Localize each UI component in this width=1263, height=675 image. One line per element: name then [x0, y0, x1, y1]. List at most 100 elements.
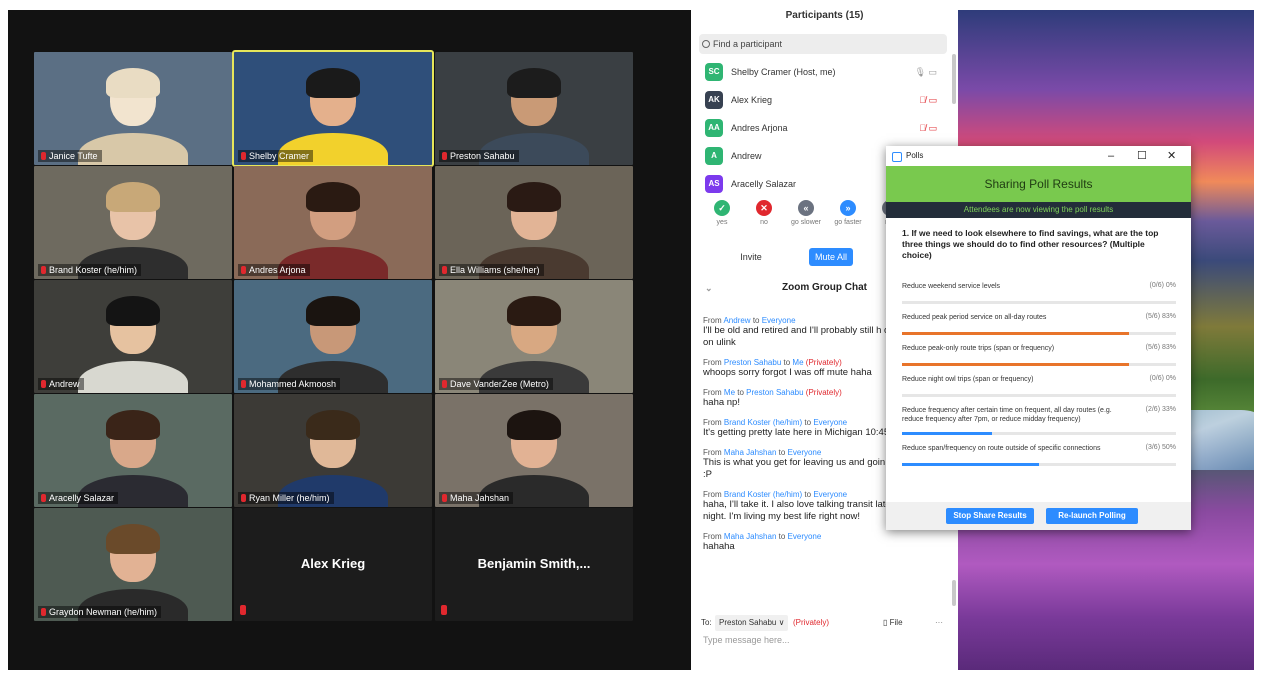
reaction-go-faster-button[interactable]: » go faster: [825, 200, 871, 226]
minimize-button[interactable]: –: [1108, 146, 1114, 166]
chat-sender[interactable]: Maha Jahshan: [724, 448, 776, 457]
chat-sender[interactable]: Me: [724, 388, 735, 397]
chevron-down-icon[interactable]: ⌄: [705, 283, 713, 294]
chat-sender[interactable]: Andrew: [723, 316, 750, 325]
video-tile[interactable]: Andrew: [34, 280, 232, 393]
chat-sender[interactable]: Brand Koster (he/him): [724, 490, 802, 499]
stop-share-results-button[interactable]: Stop Share Results: [946, 508, 1034, 524]
chat-prefix: From: [703, 490, 722, 499]
polls-app-icon: [892, 152, 902, 162]
video-tile-off[interactable]: Benjamin Smith,...: [435, 508, 633, 621]
mic-muted-icon: [41, 266, 46, 274]
chat-sender[interactable]: Brand Koster (he/him): [724, 418, 802, 427]
mic-muted-icon: [442, 266, 447, 274]
mic-muted-icon[interactable]: 🎙̸ ▭: [919, 86, 937, 114]
poll-option-result: (5/6) 83%: [1145, 313, 1176, 320]
reaction-icon: ✕: [756, 200, 772, 216]
mic-muted-icon: [442, 380, 447, 388]
recipient-dropdown[interactable]: Preston Sahabu ∨: [715, 615, 789, 631]
participant-hair: [507, 409, 561, 440]
video-tile[interactable]: Andres Arjona: [234, 166, 432, 279]
reaction-go-slower-button[interactable]: « go slower: [783, 200, 829, 226]
chat-recipient-row: To: Preston Sahabu ∨ (Privately) ▯ File …: [701, 615, 949, 631]
poll-options: Reduce weekend service levels (0/6) 0% Red…: [902, 280, 1176, 473]
poll-option: Reduce night owl trips (span or frequenc…: [902, 373, 1176, 404]
more-button[interactable]: ···: [935, 615, 943, 631]
video-tile[interactable]: Ella Williams (she/her): [435, 166, 633, 279]
participant-name: Aracelly Salazar: [731, 179, 797, 189]
participant-name: Shelby Cramer (Host, me): [731, 67, 836, 77]
poll-result-bar: [902, 432, 1176, 435]
avatar: AA: [705, 119, 723, 137]
mic-icon[interactable]: 🎙 ▭: [915, 58, 937, 86]
mic-muted-icon: [442, 494, 447, 502]
participant-name-label: Graydon Newman (he/him): [38, 606, 162, 618]
chat-mid: to: [752, 316, 760, 325]
video-tile[interactable]: Janice Tufte: [34, 52, 232, 165]
chat-input[interactable]: Type message here...: [703, 635, 790, 645]
poll-result-bar: [902, 394, 1176, 397]
video-tile[interactable]: Preston Sahabu: [435, 52, 633, 165]
mute-all-button[interactable]: Mute All: [809, 248, 853, 266]
poll-option-result: (3/6) 50%: [1145, 444, 1176, 451]
chat-sender[interactable]: Preston Sahabu: [724, 358, 781, 367]
reaction-no-button[interactable]: ✕ no: [741, 200, 787, 226]
video-tile-off[interactable]: Alex Krieg: [234, 508, 432, 621]
video-tile[interactable]: Ryan Miller (he/him): [234, 394, 432, 507]
participant-row[interactable]: AK Alex Krieg 🎙̸ ▭: [699, 86, 945, 114]
participant-name-text: Maha Jahshan: [450, 493, 510, 503]
participant-hair: [106, 181, 160, 212]
chat-recipient[interactable]: Everyone: [762, 316, 796, 325]
file-icon: ▯: [883, 618, 890, 627]
video-tile[interactable]: Aracelly Salazar: [34, 394, 232, 507]
participant-name-text: Ryan Miller (he/him): [249, 493, 330, 503]
participant-name-large: Alex Krieg: [300, 556, 366, 571]
participant-hair: [306, 409, 360, 440]
participant-name: Andrew: [731, 151, 762, 161]
chat-recipient[interactable]: Everyone: [813, 418, 847, 427]
chat-recipient[interactable]: Everyone: [788, 448, 822, 457]
chat-recipient[interactable]: Everyone: [813, 490, 847, 499]
file-button[interactable]: ▯ File: [883, 615, 903, 631]
chat-prefix: From: [703, 358, 722, 367]
video-tile[interactable]: Brand Koster (he/him): [34, 166, 232, 279]
mic-muted-icon: [241, 266, 246, 274]
poll-result-fill: [902, 432, 993, 435]
maximize-button[interactable]: ☐: [1137, 146, 1147, 166]
chat-scrollbar[interactable]: [952, 580, 956, 606]
participant-name-text: Ella Williams (she/her): [450, 265, 540, 275]
chat-prefix: From: [703, 418, 722, 427]
participant-row[interactable]: AA Andres Arjona 🎙̸ ▭: [699, 114, 945, 142]
poll-result-fill: [902, 332, 1130, 335]
to-label: To:: [701, 618, 712, 627]
search-input[interactable]: Find a participant: [699, 34, 947, 54]
poll-option-label: Reduce peak-only route trips (span or fr…: [902, 345, 1055, 352]
chat-recipient[interactable]: Me: [792, 358, 803, 367]
participants-scrollbar[interactable]: [952, 54, 956, 104]
participant-row[interactable]: SC Shelby Cramer (Host, me) 🎙 ▭: [699, 58, 945, 86]
chat-recipient[interactable]: Preston Sahabu: [746, 388, 803, 397]
participant-name-text: Shelby Cramer: [249, 151, 310, 161]
video-tile[interactable]: Mohammed Akmoosh: [234, 280, 432, 393]
participant-name-text: Brand Koster (he/him): [49, 265, 138, 275]
participant-name-label: Aracelly Salazar: [38, 492, 119, 504]
privately-label: (Privately): [793, 618, 830, 627]
close-button[interactable]: ✕: [1167, 146, 1176, 166]
relaunch-polling-button[interactable]: Re-launch Polling: [1046, 508, 1138, 524]
video-tile[interactable]: Graydon Newman (he/him): [34, 508, 232, 621]
video-tile[interactable]: Maha Jahshan: [435, 394, 633, 507]
participant-name: Andres Arjona: [731, 123, 788, 133]
mic-muted-icon: [240, 605, 246, 615]
poll-option-result: (0/6) 0%: [1149, 282, 1176, 289]
chat-sender[interactable]: Maha Jahshan: [724, 532, 776, 541]
invite-button[interactable]: Invite: [729, 248, 773, 266]
chat-recipient[interactable]: Everyone: [788, 532, 822, 541]
poll-option-label: Reduce span/frequency on route outside o…: [902, 445, 1101, 452]
participant-name-text: Mohammed Akmoosh: [249, 379, 337, 389]
poll-option-label: Reduced peak period service on all-day r…: [902, 314, 1047, 321]
reaction-yes-button[interactable]: ✓ yes: [699, 200, 745, 226]
mic-muted-icon[interactable]: 🎙̸ ▭: [919, 114, 937, 142]
video-tile[interactable]: Dave VanderZee (Metro): [435, 280, 633, 393]
poll-option: Reduce frequency after certain time on f…: [902, 404, 1176, 442]
video-tile[interactable]: Shelby Cramer: [232, 50, 434, 167]
